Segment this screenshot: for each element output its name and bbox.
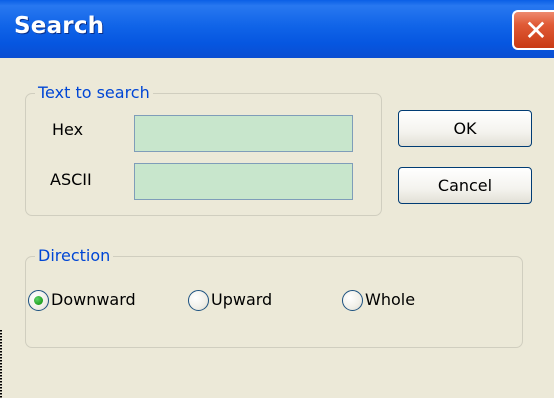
whole-label[interactable]: Whole	[365, 290, 415, 309]
close-button[interactable]: ✕	[512, 10, 554, 50]
text-to-search-legend: Text to search	[35, 83, 153, 102]
title-bar[interactable]: Search ✕	[0, 0, 554, 58]
upward-radio[interactable]	[188, 290, 209, 311]
ascii-input[interactable]	[134, 163, 353, 200]
upward-label[interactable]: Upward	[211, 290, 272, 309]
downward-radio[interactable]	[28, 290, 49, 311]
whole-radio[interactable]	[342, 290, 363, 311]
ascii-label: ASCII	[50, 170, 92, 189]
hex-label: Hex	[52, 120, 84, 139]
direction-legend: Direction	[35, 246, 114, 265]
hex-input[interactable]	[134, 115, 353, 152]
ok-button[interactable]: OK	[398, 110, 532, 147]
window-title: Search	[14, 13, 105, 39]
downward-label[interactable]: Downward	[51, 290, 136, 309]
radio-selected-dot	[34, 296, 43, 305]
cancel-button[interactable]: Cancel	[398, 167, 532, 204]
close-icon: ✕	[524, 14, 548, 47]
window-edge-dotted-line	[0, 330, 2, 398]
